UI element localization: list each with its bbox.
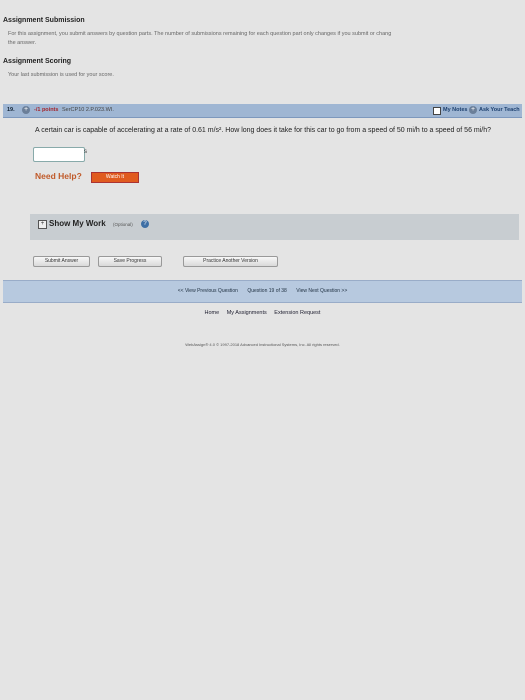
expand-plus-icon[interactable]: +	[22, 106, 30, 114]
ask-teacher-link[interactable]: Ask Your Teach	[479, 107, 520, 113]
question-text: A certain car is capable of accelerating…	[35, 127, 492, 134]
assignment-scoring-text: Your last submission is used for your sc…	[8, 72, 114, 78]
footer-links: Home My Assignments Extension Request	[0, 310, 525, 316]
my-notes-link[interactable]: My Notes	[443, 107, 467, 113]
question-position: Question 19 of 38	[247, 288, 287, 294]
save-progress-button[interactable]: Save Progress	[98, 256, 162, 267]
ask-teacher-plus-icon[interactable]: +	[469, 106, 477, 114]
show-my-work-optional: (Optional)	[113, 222, 133, 227]
answer-unit: s	[84, 149, 87, 155]
page: Assignment Submission For this assignmen…	[0, 0, 525, 700]
practice-another-version-button[interactable]: Practice Another Version	[183, 256, 278, 267]
help-icon[interactable]: ?	[141, 220, 149, 228]
view-next-question-link[interactable]: View Next Question >>	[296, 288, 347, 294]
extension-request-link[interactable]: Extension Request	[274, 310, 320, 316]
question-header-bar: 19. + -/1 points SerCP10 2.P.023.WI. My …	[3, 104, 522, 118]
answer-input[interactable]	[33, 147, 85, 162]
copyright-text: WebAssign® 4.0 © 1997-2018 Advanced Inst…	[185, 342, 340, 347]
home-link[interactable]: Home	[205, 310, 220, 316]
submit-answer-button[interactable]: Submit Answer	[33, 256, 90, 267]
question-source: SerCP10 2.P.023.WI.	[62, 107, 114, 113]
question-navigation-bar: << View Previous Question Question 19 of…	[3, 280, 522, 303]
watch-it-button[interactable]: Watch It	[91, 172, 139, 183]
need-help-label: Need Help?	[35, 171, 82, 181]
expand-show-work-icon[interactable]: +	[38, 220, 47, 229]
assignment-submission-text: For this assignment, you submit answers …	[8, 31, 392, 37]
show-my-work-label[interactable]: Show My Work	[49, 219, 106, 228]
question-number: 19.	[7, 107, 15, 113]
question-points: -/1 points	[34, 107, 59, 113]
assignment-submission-title: Assignment Submission	[3, 17, 85, 24]
assignment-submission-text-cont: the answer.	[8, 40, 37, 46]
view-previous-question-link[interactable]: << View Previous Question	[178, 288, 238, 294]
my-notes-checkbox[interactable]	[433, 107, 441, 115]
my-assignments-link[interactable]: My Assignments	[227, 310, 267, 316]
assignment-scoring-title: Assignment Scoring	[3, 58, 72, 65]
